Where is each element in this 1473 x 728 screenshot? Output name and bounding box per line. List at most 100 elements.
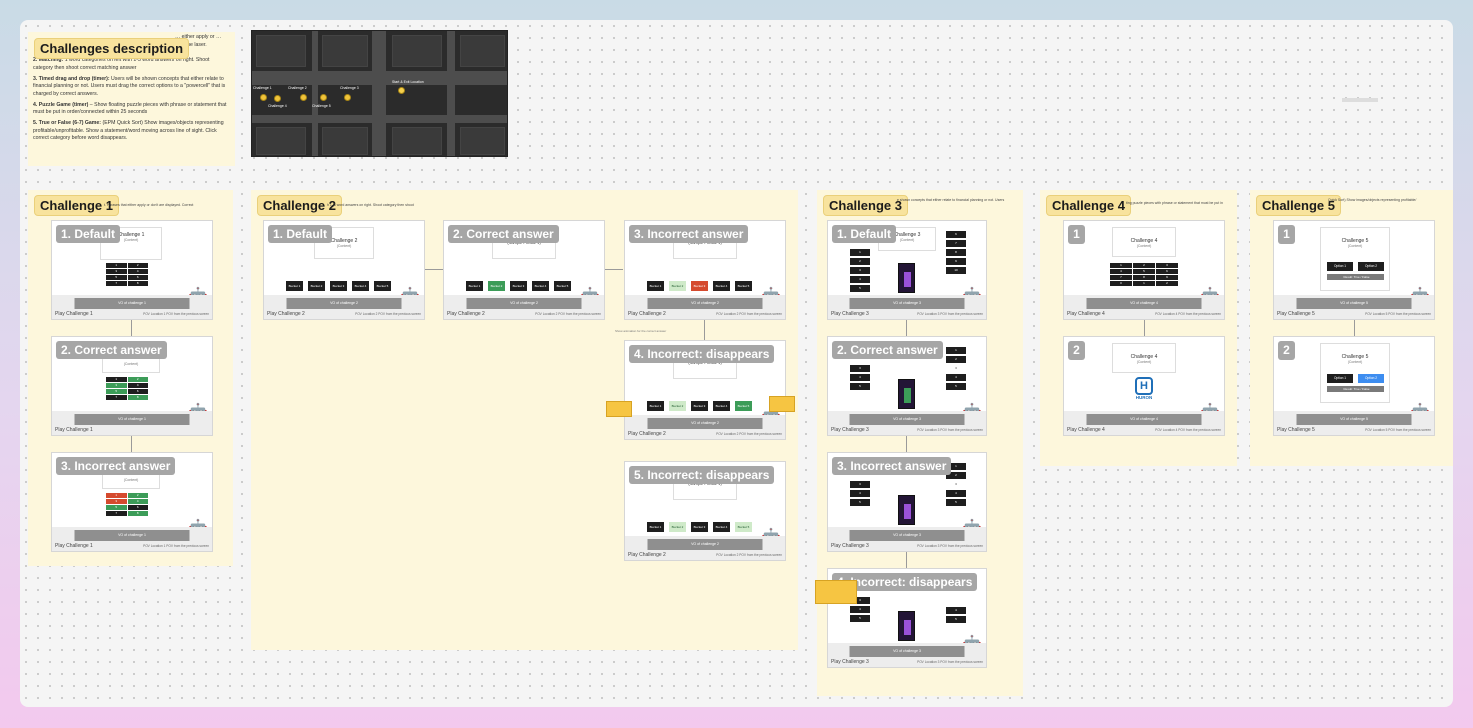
pov-label: POV Location 2 POV from the previous scr… xyxy=(535,312,601,316)
option-1-button[interactable]: Option 1 xyxy=(1327,262,1353,271)
challenge-5-desc: Quick Sort) Show images/objects represen… xyxy=(1328,198,1417,202)
state-tag: 1. Default xyxy=(56,225,121,243)
vo-bar: VO of challenge 2 xyxy=(647,298,763,309)
bucket-row: Bucket 1 Bucket 2 Bucket 3 Bucket 4 Bucket 5 xyxy=(466,281,571,291)
description-section: … either apply or … with the laser. 2. M… xyxy=(28,32,235,166)
option-2-button[interactable]: Option 2 xyxy=(1358,374,1384,383)
vo-bar: VO of challenge 2 xyxy=(286,298,402,309)
pov-label: POV Location 3 POV from the previous scr… xyxy=(917,312,983,316)
sticky-note xyxy=(815,580,857,604)
challenge-1-correct-frame[interactable]: (Content) 12345678 🤖 VO of challenge 1 P… xyxy=(51,336,213,436)
state-tag: 1 xyxy=(1068,225,1085,244)
sticky-note xyxy=(606,401,632,417)
powercell-device xyxy=(898,263,915,293)
challenge-4-frame-2[interactable]: Challenge 4 (Content) H HURON 🤖 VO of ch… xyxy=(1063,336,1225,436)
map-label-challenge-3: Challenge 3 xyxy=(340,86,359,90)
bottom-bar: VO of challenge 1 Play Challenge 1 POV L… xyxy=(52,527,212,551)
challenge-2-desc: h 1–3 word answers on right. Shoot categ… xyxy=(327,203,414,207)
bottom-bar: VO of challenge 2 Play Challenge 2 POV L… xyxy=(625,536,785,560)
answer-grid: 12345678 xyxy=(106,263,148,286)
overview-title: Challenges description xyxy=(34,38,190,59)
challenge-4-title: Challenge 4 xyxy=(1046,195,1131,216)
challenge-2-disappears-frame-5[interactable]: (Sample Phrase 1) Bucket 1Bucket 2Bucket… xyxy=(624,461,786,561)
vo-bar: VO of challenge 2 xyxy=(647,539,763,550)
play-label: Play Challenge 3 xyxy=(831,659,869,665)
bucket-row: Bucket 1 Bucket 2 Bucket 3 Bucket 4 Bucket 5 xyxy=(286,281,391,291)
desc-item-5: 5. True or False (6-7) Game: (EPM Quick … xyxy=(33,120,224,142)
pov-label: POV Location 5 POV from the previous scr… xyxy=(1365,428,1431,432)
option-1-button[interactable]: Option 1 xyxy=(1327,374,1353,383)
bottom-bar: VO of challenge 2 Play Challenge 2 POV L… xyxy=(264,295,424,319)
map-label-challenge-1: Challenge 1 xyxy=(253,86,272,90)
play-label: Play Challenge 2 xyxy=(628,552,666,558)
bottom-bar: VO of challenge 5 Play Challenge 5 POV L… xyxy=(1274,295,1434,319)
sticky-note xyxy=(769,396,795,412)
pov-label: POV Location 5 POV from the previous scr… xyxy=(1365,312,1431,316)
play-label: Play Challenge 3 xyxy=(831,427,869,433)
state-tag: 3. Incorrect answer xyxy=(629,225,749,243)
challenge-3-correct-frame[interactable]: 345 12345 🤖 VO of challenge 3 Play Chall… xyxy=(827,336,987,436)
challenge-3-section: Challenge 3 e shown concepts that either… xyxy=(815,190,1023,696)
pov-label: POV Location 1 POV from the previous scr… xyxy=(143,312,209,316)
bottom-bar: VO of challenge 3 Play Challenge 3 POV L… xyxy=(828,411,986,435)
desc-item-2: 2. Matching: 1 word categories on left w… xyxy=(33,57,210,71)
challenge-3-default-frame[interactable]: Challenge 3 (Content) 12345 678910 🤖 VO … xyxy=(827,220,987,320)
map-marker-challenge-2 xyxy=(300,94,307,101)
left-list: 345 xyxy=(850,481,870,506)
whiteboard-canvas[interactable]: … either apply or … with the laser. 2. M… xyxy=(20,20,1453,707)
card-content: (Content) xyxy=(123,478,139,482)
play-label: Play Challenge 1 xyxy=(55,427,93,433)
challenge-1-default-frame[interactable]: Challenge 1 (Content) 12345678 🤖 VO of c… xyxy=(51,220,213,320)
result-bar: Result: True / False xyxy=(1327,386,1384,392)
pov-label: POV Location 4 POV from the previous scr… xyxy=(1155,312,1221,316)
bucket-row: Bucket 1 Bucket 2 Bucket 3 Bucket 4 Bucket 5 xyxy=(647,281,752,291)
challenge-4-section: Challenge 4 ting puzzle pieces with phra… xyxy=(1040,190,1237,466)
pov-label: POV Location 4 POV from the previous scr… xyxy=(1155,428,1221,432)
result-bar: Result: True / False xyxy=(1327,274,1384,280)
map-label-challenge-2: Challenge 2 xyxy=(288,86,307,90)
state-tag: 3. Incorrect answer xyxy=(832,457,952,475)
play-label: Play Challenge 1 xyxy=(55,311,93,317)
answer-grid: 12345678 xyxy=(106,377,148,400)
right-list: 6 7 8 9 10 xyxy=(946,231,966,274)
huron-logo: H HURON xyxy=(1132,377,1156,400)
pov-label: POV Location 2 POV from the previous scr… xyxy=(716,553,782,557)
bottom-bar: VO of challenge 4 Play Challenge 4 POV L… xyxy=(1064,411,1224,435)
map-marker-challenge-3 xyxy=(320,94,327,101)
vo-bar: VO of challenge 4 xyxy=(1086,298,1202,309)
challenge-5-frame-2[interactable]: Challenge 5 (Content) Option 1 Option 2 … xyxy=(1273,336,1435,436)
option-2-button[interactable]: Option 2 xyxy=(1358,262,1384,271)
card-content: (Content) xyxy=(336,244,352,248)
vo-bar: VO of challenge 3 xyxy=(849,530,965,541)
venue-map: Challenge 1 Challenge 2 Challenge 3 Chal… xyxy=(251,30,508,157)
map-marker-start xyxy=(398,87,405,94)
challenge-5-frame-1[interactable]: Challenge 5 (Content) Option 1 Option 2 … xyxy=(1273,220,1435,320)
bottom-bar: VO of challenge 2 Play Challenge 2 POV L… xyxy=(444,295,604,319)
challenge-2-default-frame[interactable]: Challenge 2 (Content) Bucket 1 Bucket 2 Bu… xyxy=(263,220,425,320)
challenge-1-desc: t. Phrases that either apply or don't ar… xyxy=(104,203,194,207)
play-label: Play Challenge 4 xyxy=(1067,311,1105,317)
bottom-bar: VO of challenge 3 Play Challenge 3 POV L… xyxy=(828,643,986,667)
logo-text: HURON xyxy=(1135,395,1153,400)
animation-note: Show animation for the correct answer xyxy=(615,329,667,333)
left-list: 12345 xyxy=(850,249,870,292)
play-label: Play Challenge 3 xyxy=(831,311,869,317)
challenge-2-incorrect-frame[interactable]: (Sample Phrase 1) Bucket 1Bucket 2Bucket… xyxy=(624,220,786,320)
state-tag: 2. Correct answer xyxy=(832,341,943,359)
challenge-3-incorrect-frame[interactable]: 345 12345 🤖 VO of challenge 3 Play Chall… xyxy=(827,452,987,552)
challenge-1-incorrect-frame[interactable]: (Content) 12345678 🤖 VO of challenge 1 P… xyxy=(51,452,213,552)
answer-grid: 12345678 xyxy=(106,493,148,516)
pov-label: POV Location 3 POV from the previous scr… xyxy=(917,544,983,548)
state-tag: 2 xyxy=(1278,341,1295,360)
state-tag: 2 xyxy=(1068,341,1085,360)
challenge-2-disappears-frame-4[interactable]: (Sample Phrase 1) Bucket 1Bucket 2Bucket… xyxy=(624,340,786,440)
state-tag: 3. Incorrect answer xyxy=(56,457,176,475)
state-tag: 2. Correct answer xyxy=(448,225,559,243)
challenge-2-correct-frame[interactable]: (Sample Phrase 1) Bucket 1Bucket 2Bucket… xyxy=(443,220,605,320)
challenge-4-frame-1[interactable]: Challenge 4 (Content) 123456789012 🤖 VO … xyxy=(1063,220,1225,320)
puzzle-grid: 123456789012 xyxy=(1110,263,1178,286)
stray-note xyxy=(1342,98,1378,102)
left-list: 345 xyxy=(850,365,870,390)
desc-item-4: 4. Puzzle Game (timer) – Show floating p… xyxy=(33,101,227,116)
map-label-challenge-5: Challenge 5 xyxy=(312,104,331,108)
